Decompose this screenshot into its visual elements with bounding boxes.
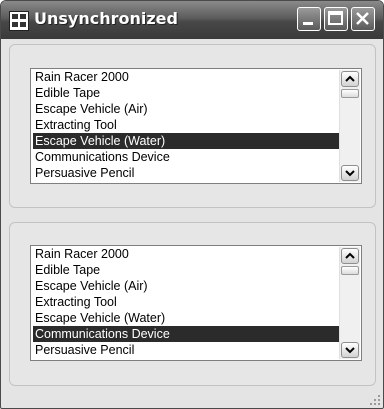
list-item[interactable]: Communications Device: [33, 326, 339, 342]
listbox-top-items: Rain Racer 2000 Edible Tape Escape Vehicle…: [33, 69, 339, 181]
list-item[interactable]: Rain Racer 2000: [33, 69, 339, 85]
scroll-down-button[interactable]: [341, 342, 359, 358]
listbox-top-scrollbar[interactable]: [339, 70, 360, 182]
close-button[interactable]: [351, 7, 375, 31]
minimize-icon: [303, 22, 313, 25]
list-item[interactable]: Edible Tape: [33, 85, 339, 101]
title-bar[interactable]: Unsynchronized: [1, 1, 383, 39]
list-item[interactable]: Escape Vehicle (Air): [33, 278, 339, 294]
list-item[interactable]: Rain Racer 2000: [33, 246, 339, 262]
chevron-up-icon: [345, 252, 355, 259]
list-item[interactable]: Extracting Tool: [33, 117, 339, 133]
list-item[interactable]: Persuasive Pencil: [33, 165, 339, 181]
app-icon[interactable]: [9, 11, 29, 31]
listbox-bottom-scrollbar[interactable]: [339, 247, 360, 359]
list-item[interactable]: Persuasive Pencil: [33, 342, 339, 358]
close-icon: [356, 12, 369, 25]
scroll-up-button[interactable]: [341, 248, 359, 264]
list-item[interactable]: Escape Vehicle (Water): [33, 133, 339, 149]
listbox-top[interactable]: Rain Racer 2000 Edible Tape Escape Vehicle…: [30, 68, 362, 184]
list-item[interactable]: Edible Tape: [33, 262, 339, 278]
minimize-button[interactable]: [297, 7, 321, 31]
list-item[interactable]: Escape Vehicle (Air): [33, 101, 339, 117]
chevron-down-icon: [345, 170, 355, 177]
scroll-thumb[interactable]: [341, 266, 359, 275]
app-window: Unsynchronized Rain Racer 2000 Edible Tap…: [0, 0, 384, 409]
listbox-bottom-items: Rain Racer 2000 Edible Tape Escape Vehicle…: [33, 246, 339, 358]
chevron-up-icon: [345, 75, 355, 82]
resize-grip[interactable]: [368, 393, 380, 405]
list-item[interactable]: Escape Vehicle (Water): [33, 310, 339, 326]
scroll-thumb[interactable]: [341, 89, 359, 98]
maximize-button[interactable]: [324, 7, 348, 31]
chevron-down-icon: [345, 347, 355, 354]
window-title: Unsynchronized: [34, 9, 178, 28]
scroll-down-button[interactable]: [341, 165, 359, 181]
list-item[interactable]: Extracting Tool: [33, 294, 339, 310]
scroll-up-button[interactable]: [341, 71, 359, 87]
maximize-icon: [328, 11, 343, 25]
listbox-bottom[interactable]: Rain Racer 2000 Edible Tape Escape Vehicle…: [30, 245, 362, 361]
list-item[interactable]: Communications Device: [33, 149, 339, 165]
